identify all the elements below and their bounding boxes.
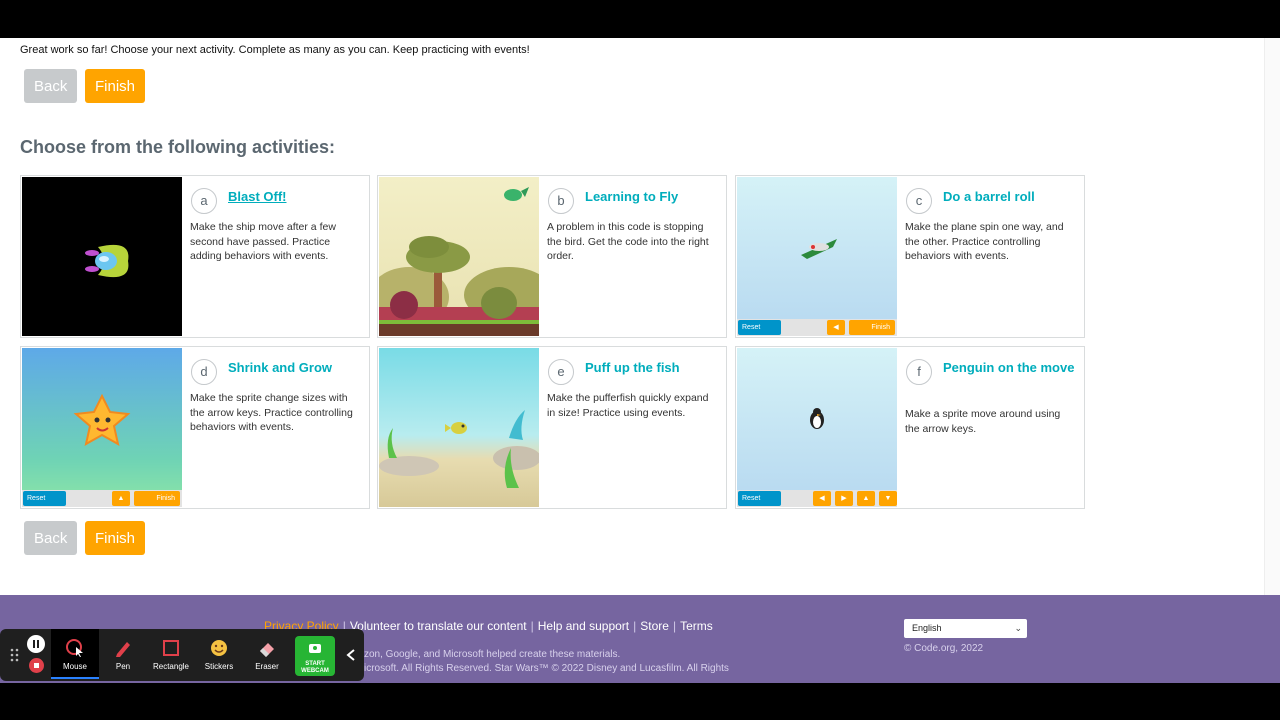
activity-thumbnail: Reset ▲ Finish xyxy=(22,348,182,507)
footer-link-translate[interactable]: Volunteer to translate our content xyxy=(350,619,527,633)
start-webcam-button[interactable]: START WEBCAM xyxy=(295,636,335,676)
drag-handle-icon[interactable] xyxy=(10,647,20,663)
activity-thumbnail: Reset ◀ ▶ ▲ ▼ xyxy=(737,348,897,507)
activity-description: Make the sprite change sizes with the ar… xyxy=(190,392,353,433)
game-controls: Reset ◀ Finish xyxy=(737,319,897,336)
activity-letter: c xyxy=(906,188,932,214)
activity-thumbnail: Reset ◀ Finish xyxy=(737,177,897,336)
footer-rights-line: icrosoft. All Rights Reserved. Star Wars… xyxy=(364,663,729,674)
bottom-black-bar xyxy=(0,683,1280,720)
pen-icon xyxy=(116,642,130,657)
activity-thumbnail xyxy=(379,177,539,336)
activity-card-a[interactable]: a Blast Off! Make the ship move after a … xyxy=(20,175,370,338)
activity-card-e[interactable]: e Puff up the fish Make the pufferfish q… xyxy=(377,346,727,509)
forest-scene-image xyxy=(379,187,539,336)
activity-description: Make a sprite move around using the arro… xyxy=(905,408,1061,435)
tool-label: Stickers xyxy=(204,662,234,671)
reset-button[interactable]: Reset xyxy=(738,320,781,335)
activities-heading: Choose from the following activities: xyxy=(20,137,336,157)
language-value: English xyxy=(912,623,942,633)
activity-title-link[interactable]: Shrink and Grow xyxy=(228,359,368,377)
footer-link-store[interactable]: Store xyxy=(640,619,669,633)
rocket-ship-icon xyxy=(85,244,129,278)
footer-credits-line: zon, Google, and Microsoft helped create… xyxy=(364,649,621,660)
game-controls: Reset ▲ Finish xyxy=(22,490,182,507)
activity-card-c[interactable]: Reset ◀ Finish c Do a barrel roll Make t… xyxy=(735,175,1085,338)
footer-link-terms[interactable]: Terms xyxy=(680,619,713,633)
language-select[interactable]: English ⌄ xyxy=(904,619,1027,638)
copyright-text: © Code.org, 2022 xyxy=(904,643,984,654)
recorder-toolbar: Mouse Pen Rectangle Stickers Eraser STAR… xyxy=(0,629,364,681)
back-button-top[interactable]: Back xyxy=(24,69,77,103)
right-arrow-button[interactable]: ▶ xyxy=(835,491,853,506)
mini-finish-button[interactable]: Finish xyxy=(849,320,895,335)
webcam-icon xyxy=(309,644,321,653)
up-arrow-button[interactable]: ▲ xyxy=(112,491,130,506)
top-black-bar xyxy=(0,0,1280,38)
reset-button[interactable]: Reset xyxy=(738,491,781,506)
plane-icon xyxy=(801,239,837,259)
activity-title-link[interactable]: Puff up the fish xyxy=(585,359,725,377)
tool-label: Pen xyxy=(115,662,131,671)
activity-title-link[interactable]: Penguin on the move xyxy=(943,359,1083,377)
activity-description: Make the pufferfish quickly expand in si… xyxy=(547,392,709,419)
chevron-down-icon: ⌄ xyxy=(1014,623,1022,633)
left-arrow-button[interactable]: ◀ xyxy=(827,320,845,335)
sticker-emoji-icon xyxy=(211,640,227,656)
activity-description: Make the plane spin one way, and the oth… xyxy=(905,221,1064,262)
mini-finish-button[interactable]: Finish xyxy=(134,491,180,506)
activity-description: A problem in this code is stopping the b… xyxy=(547,221,709,262)
finish-button-top[interactable]: Finish xyxy=(85,69,145,103)
collapse-chevron-icon[interactable] xyxy=(344,647,358,663)
activity-thumbnail xyxy=(22,177,182,336)
activity-letter: d xyxy=(191,359,217,385)
webcam-label: START WEBCAM xyxy=(301,661,329,674)
tool-rectangle[interactable]: Rectangle xyxy=(147,629,195,679)
down-arrow-button[interactable]: ▼ xyxy=(879,491,897,506)
underwater-scene-image xyxy=(379,410,539,488)
up-arrow-button[interactable]: ▲ xyxy=(857,491,875,506)
activity-letter: b xyxy=(548,188,574,214)
activity-card-d[interactable]: Reset ▲ Finish d Shrink and Grow Make th… xyxy=(20,346,370,509)
game-controls: Reset ◀ ▶ ▲ ▼ xyxy=(737,490,897,507)
tool-label: Mouse xyxy=(62,662,87,671)
activity-description: Make the ship move after a few second ha… xyxy=(190,221,336,262)
activity-title-link[interactable]: Do a barrel roll xyxy=(943,188,1083,206)
tool-label: Rectangle xyxy=(152,662,190,671)
reset-button[interactable]: Reset xyxy=(23,491,66,506)
tool-stickers[interactable]: Stickers xyxy=(195,629,243,679)
back-button-bottom[interactable]: Back xyxy=(24,521,77,555)
eraser-icon xyxy=(260,643,274,657)
rectangle-icon xyxy=(163,640,179,656)
penguin-icon xyxy=(810,408,824,429)
activity-title-link[interactable]: Blast Off! xyxy=(228,188,368,206)
activity-title-link[interactable]: Learning to Fly xyxy=(585,188,725,206)
tool-mouse[interactable]: Mouse xyxy=(51,629,99,679)
activity-letter: f xyxy=(906,359,932,385)
tool-pen[interactable]: Pen xyxy=(99,629,147,679)
activity-thumbnail xyxy=(379,348,539,507)
left-arrow-button[interactable]: ◀ xyxy=(813,491,831,506)
page-content: Great work so far! Choose your next acti… xyxy=(0,38,1280,683)
star-sprite-icon xyxy=(73,393,131,446)
footer-link-help[interactable]: Help and support xyxy=(538,619,629,633)
mouse-cursor-icon xyxy=(66,639,83,657)
activity-card-f[interactable]: Reset ◀ ▶ ▲ ▼ f Penguin on the move Make… xyxy=(735,346,1085,509)
finish-button-bottom[interactable]: Finish xyxy=(85,521,145,555)
activity-letter: e xyxy=(548,359,574,385)
scrollbar[interactable] xyxy=(1264,38,1280,595)
pause-icon[interactable] xyxy=(27,635,45,653)
tool-label: Eraser xyxy=(255,662,279,671)
activity-letter: a xyxy=(191,188,217,214)
activity-card-b[interactable]: b Learning to Fly A problem in this code… xyxy=(377,175,727,338)
tool-eraser[interactable]: Eraser xyxy=(243,629,291,679)
stop-icon[interactable] xyxy=(29,658,44,673)
intro-text: Great work so far! Choose your next acti… xyxy=(20,44,530,56)
